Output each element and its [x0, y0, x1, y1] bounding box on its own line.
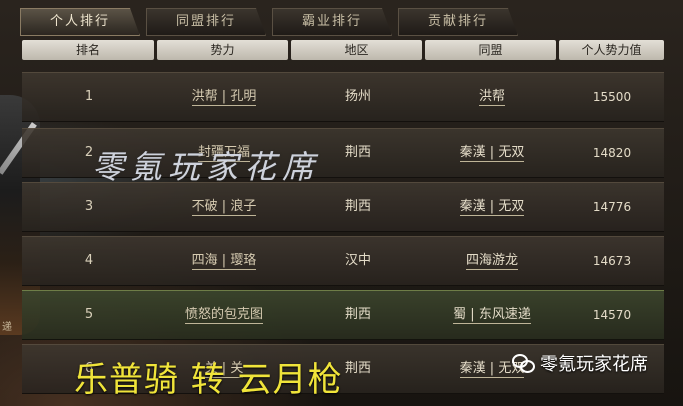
header-alliance[interactable]: 同盟: [425, 40, 556, 60]
tab-contribution-ranking[interactable]: 贡献排行: [398, 8, 518, 36]
alliance-cell[interactable]: 秦漢 | 无双: [426, 183, 558, 231]
portrait-caption: 递: [2, 322, 12, 333]
force-cell[interactable]: 洪帮 | 孔明: [158, 73, 290, 121]
power-value-cell: 14820: [592, 146, 632, 160]
table-row[interactable]: 3 不破 | 浪子 荆西 秦漢 | 无双 14776: [22, 182, 664, 232]
power-value-cell: 14570: [592, 308, 632, 322]
header-rank[interactable]: 排名: [22, 40, 154, 60]
table-header: 排名 势力 地区 同盟 个人势力值: [22, 40, 664, 60]
header-region[interactable]: 地区: [291, 40, 422, 60]
rank-cell: 5: [84, 307, 94, 322]
table-row[interactable]: 1 洪帮 | 孔明 扬州 洪帮 15500: [22, 72, 664, 122]
ranking-tabs: 个人排行 同盟排行 霸业排行 贡献排行: [20, 8, 660, 34]
alliance-cell[interactable]: 四海游龙: [426, 237, 558, 285]
header-personal-power[interactable]: 个人势力值: [559, 40, 664, 60]
wechat-watermark: 零氪玩家花席: [512, 350, 648, 376]
force-cell[interactable]: 不破 | 浪子: [158, 183, 290, 231]
tab-personal-ranking[interactable]: 个人排行: [20, 8, 140, 36]
wechat-account-label: 零氪玩家花席: [540, 354, 648, 375]
force-cell[interactable]: 愤怒的包克图: [158, 291, 290, 339]
region-cell: 扬州: [344, 89, 371, 104]
region-cell: 荆西: [344, 199, 371, 214]
watermark-text-top: 零氪玩家花席: [92, 148, 321, 186]
alliance-cell[interactable]: 洪帮: [426, 73, 558, 121]
power-value-cell: 15500: [592, 90, 632, 104]
region-cell: 汉中: [344, 253, 371, 268]
tab-alliance-ranking[interactable]: 同盟排行: [146, 8, 266, 36]
watermark-text-bottom: 乐普骑 转 云月枪: [74, 360, 343, 400]
region-cell: 荆西: [344, 307, 371, 322]
alliance-cell[interactable]: 秦漢 | 无双: [426, 129, 558, 177]
rank-cell: 3: [84, 199, 94, 214]
tab-hegemony-ranking[interactable]: 霸业排行: [272, 8, 392, 36]
table-row[interactable]: 4 四海 | 璎珞 汉中 四海游龙 14673: [22, 236, 664, 286]
force-cell[interactable]: 四海 | 璎珞: [158, 237, 290, 285]
power-value-cell: 14673: [592, 254, 632, 268]
alliance-cell[interactable]: 蜀 | 东风速递: [426, 291, 558, 339]
header-force[interactable]: 势力: [157, 40, 288, 60]
wechat-icon: [512, 352, 535, 374]
rank-cell: 1: [84, 89, 94, 104]
table-row-highlighted[interactable]: 5 愤怒的包克图 荆西 蜀 | 东风速递 14570: [22, 290, 664, 340]
rank-cell: 4: [84, 253, 94, 268]
power-value-cell: 14776: [592, 200, 632, 214]
